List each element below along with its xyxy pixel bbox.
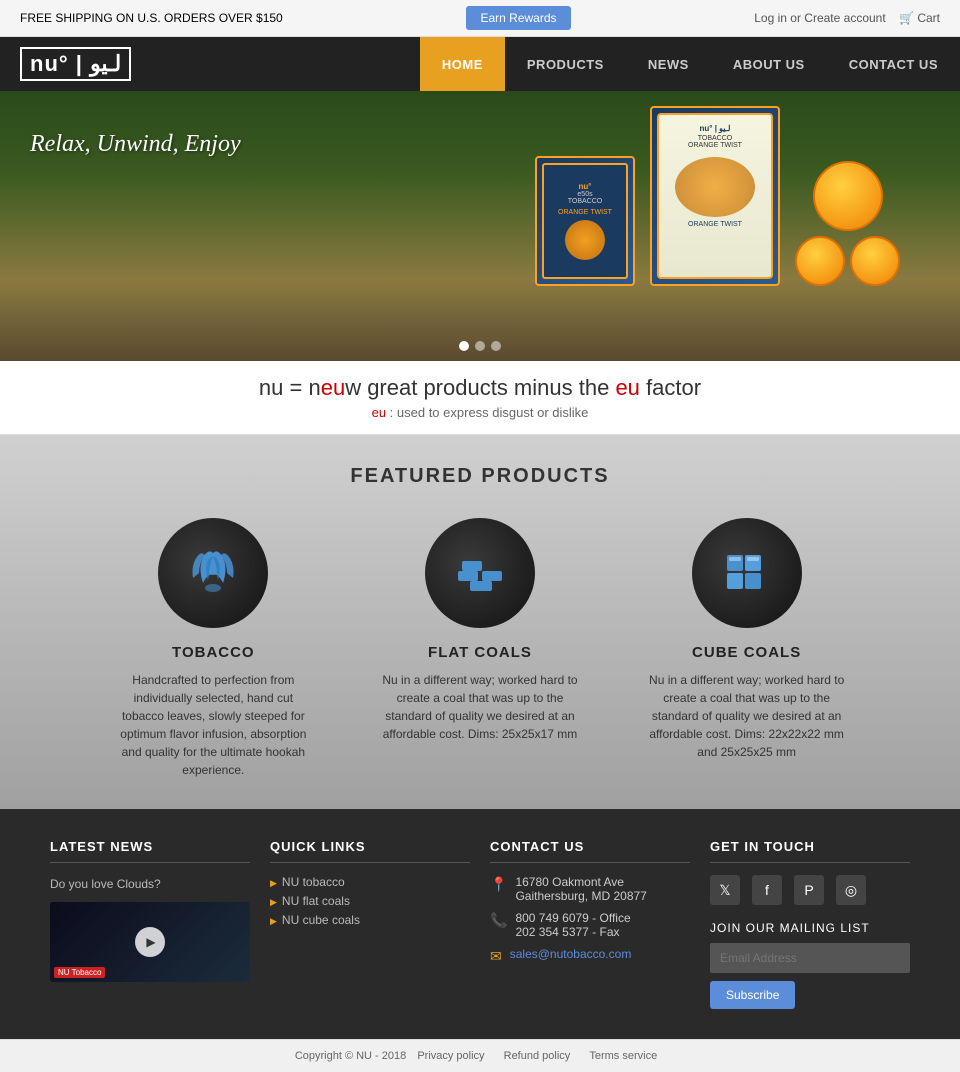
main-nav: HOME PRODUCTS NEWS ABOUT US CONTACT US <box>420 37 960 91</box>
email-input[interactable] <box>710 943 910 973</box>
hero-dot-3[interactable] <box>491 341 501 351</box>
flat-coals-name: FLAT COALS <box>380 644 580 661</box>
quick-link-flat-coals[interactable]: NU flat coals <box>270 894 470 908</box>
quick-link-tobacco[interactable]: NU tobacco <box>270 875 470 889</box>
address-line1: 16780 Oakmont Ave <box>515 875 624 889</box>
hero-eu-label: eu <box>372 405 386 420</box>
shipping-text: FREE SHIPPING ON U.S. ORDERS OVER $150 <box>20 11 283 25</box>
quick-link-cube-coals[interactable]: NU cube coals <box>270 913 470 927</box>
account-links: Log in or Create account 🛒 Cart <box>754 11 940 25</box>
footer-get-in-touch: GET IN TOUCH 𝕏 f P ◎ JOIN OUR MAILING LI… <box>710 839 910 1009</box>
hero-highlight-2: eu <box>615 375 639 400</box>
privacy-policy-link[interactable]: Privacy policy <box>417 1050 484 1062</box>
subscribe-button[interactable]: Subscribe <box>710 981 795 1009</box>
contact-phone: 📞 800 749 6079 - Office 202 354 5377 - F… <box>490 911 690 939</box>
hero-product-small: nu° e50sTOBACCO ORANGE TWIST <box>535 156 635 286</box>
tobacco-icon <box>183 543 243 603</box>
hero-banner: Relax, Unwind, Enjoy nu° e50sTOBACCO ORA… <box>0 91 960 361</box>
footer-latest-news: LATEST NEWS Do you love Clouds? NU Tobac… <box>50 839 250 1009</box>
latest-news-title: LATEST NEWS <box>50 839 250 863</box>
hero-tagline: Relax, Unwind, Enjoy <box>30 131 241 158</box>
featured-title: FEATURED PRODUCTS <box>20 465 940 488</box>
cube-coals-icon-circle <box>692 518 802 628</box>
address-line2: Gaithersburg, MD 20877 <box>515 889 646 903</box>
hero-highlight-1: eu <box>321 375 345 400</box>
news-item-label: Do you love Clouds? <box>50 875 250 894</box>
login-link[interactable]: Log in <box>754 11 787 25</box>
flat-coals-desc: Nu in a different way; worked hard to cr… <box>380 671 580 743</box>
cart-icon: 🛒 <box>899 11 914 25</box>
contact-email: ✉ sales@nutobacco.com <box>490 947 690 966</box>
phone-icon: 📞 <box>490 912 507 929</box>
contact-title: CONTACT US <box>490 839 690 863</box>
nav-news[interactable]: NEWS <box>626 37 711 91</box>
hero-dot-1[interactable] <box>459 341 469 351</box>
tobacco-icon-circle <box>158 518 268 628</box>
news-label: NU Tobacco <box>54 967 105 978</box>
bottom-bar: Copyright © NU - 2018 Privacy policy Ref… <box>0 1039 960 1072</box>
products-row: TOBACCO Handcrafted to perfection from i… <box>80 518 880 779</box>
email-icon: ✉ <box>490 948 502 965</box>
video-play-button[interactable] <box>135 927 165 957</box>
create-account-link[interactable]: Create account <box>804 11 885 25</box>
twitter-icon[interactable]: 𝕏 <box>710 875 740 905</box>
nav-contact[interactable]: CONTACT US <box>827 37 960 91</box>
facebook-icon[interactable]: f <box>752 875 782 905</box>
phone-text: 800 749 6079 - Office 202 354 5377 - Fax <box>515 911 630 939</box>
phone-number: 800 749 6079 - Office <box>515 911 630 925</box>
nav-about[interactable]: ABOUT US <box>711 37 827 91</box>
footer-contact: CONTACT US 📍 16780 Oakmont Ave Gaithersb… <box>490 839 690 1009</box>
location-icon: 📍 <box>490 876 507 893</box>
product-flat-coals: FLAT COALS Nu in a different way; worked… <box>380 518 580 743</box>
get-in-touch-title: GET IN TOUCH <box>710 839 910 863</box>
cube-coals-icon <box>717 543 777 603</box>
news-thumbnail: NU Tobacco <box>50 902 250 982</box>
hero-dots <box>459 341 501 351</box>
hero-dot-2[interactable] <box>475 341 485 351</box>
flat-coals-icon <box>450 543 510 603</box>
earn-rewards-button[interactable]: Earn Rewards <box>466 6 570 30</box>
hero-main-text: nu = neuw great products minus the eu fa… <box>14 375 946 401</box>
copyright-text: Copyright © NU - 2018 <box>295 1050 406 1062</box>
footer-main: LATEST NEWS Do you love Clouds? NU Tobac… <box>0 809 960 1039</box>
quick-links-title: QUICK LINKS <box>270 839 470 863</box>
featured-products-section: FEATURED PRODUCTS TOBACCO Han <box>0 435 960 809</box>
refund-policy-link[interactable]: Refund policy <box>504 1050 571 1062</box>
social-icons: 𝕏 f P ◎ <box>710 875 910 905</box>
nav-home[interactable]: HOME <box>420 37 505 91</box>
tobacco-desc: Handcrafted to perfection from individua… <box>113 671 313 779</box>
cube-coals-name: CUBE COALS <box>647 644 847 661</box>
hero-oranges <box>795 161 900 286</box>
mailing-list-label: JOIN OUR MAILING LIST <box>710 921 910 935</box>
logo-text: nu° | لـيو <box>20 47 131 81</box>
product-cube-coals: CUBE COALS Nu in a different way; worked… <box>647 518 847 761</box>
instagram-icon[interactable]: ◎ <box>836 875 866 905</box>
cube-coals-desc: Nu in a different way; worked hard to cr… <box>647 671 847 761</box>
hero-tagline-bar: nu = neuw great products minus the eu fa… <box>0 361 960 435</box>
nav-products[interactable]: PRODUCTS <box>505 37 626 91</box>
footer-grid: LATEST NEWS Do you love Clouds? NU Tobac… <box>50 839 910 1009</box>
hero-sub-text: eu : used to express disgust or dislike <box>14 405 946 420</box>
tobacco-name: TOBACCO <box>113 644 313 661</box>
fax-number: 202 354 5377 - Fax <box>515 925 619 939</box>
top-bar: FREE SHIPPING ON U.S. ORDERS OVER $150 E… <box>0 0 960 37</box>
terms-service-link[interactable]: Terms service <box>589 1050 657 1062</box>
contact-address: 📍 16780 Oakmont Ave Gaithersburg, MD 208… <box>490 875 690 903</box>
product-tobacco: TOBACCO Handcrafted to perfection from i… <box>113 518 313 779</box>
address-text: 16780 Oakmont Ave Gaithersburg, MD 20877 <box>515 875 646 903</box>
footer-quick-links: QUICK LINKS NU tobacco NU flat coals NU … <box>270 839 470 1009</box>
or-text: or <box>790 11 804 25</box>
navbar: nu° | لـيو HOME PRODUCTS NEWS ABOUT US C… <box>0 37 960 91</box>
cart-link[interactable]: Cart <box>917 11 940 25</box>
hero-product-tall: nu° | لـيو TOBACCOORANGE TWIST ORANGE TW… <box>650 106 780 286</box>
flat-coals-icon-circle <box>425 518 535 628</box>
email-link[interactable]: sales@nutobacco.com <box>510 947 632 961</box>
logo: nu° | لـيو <box>0 37 420 91</box>
pinterest-icon[interactable]: P <box>794 875 824 905</box>
